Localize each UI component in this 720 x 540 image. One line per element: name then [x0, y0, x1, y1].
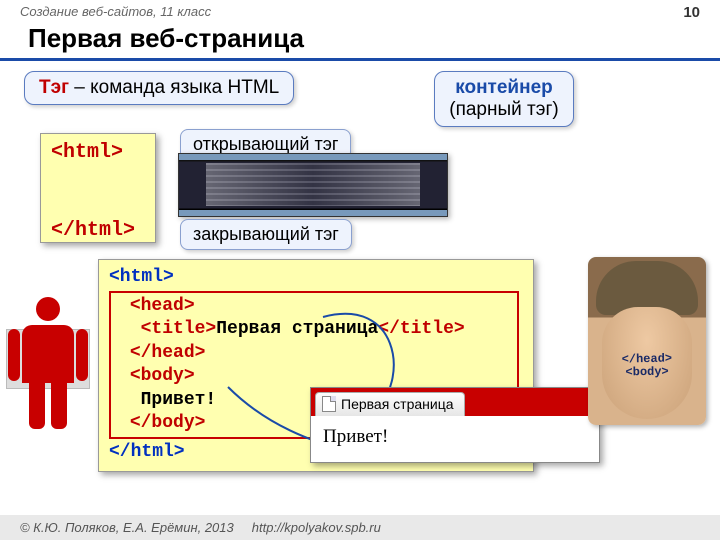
browser-tab[interactable]: Первая страница — [315, 392, 465, 416]
footer-url: http://kpolyakov.spb.ru — [252, 520, 381, 535]
tag-def-text: – команда языка HTML — [69, 77, 279, 98]
neck-tattoo: </head> <body> — [588, 352, 706, 380]
neck-photo: </head> <body> — [588, 257, 706, 425]
course-label: Создание веб-сайтов, 11 класс — [20, 4, 211, 21]
page-icon — [322, 396, 336, 412]
slide-header: Создание веб-сайтов, 11 класс 10 — [0, 0, 720, 23]
closing-tag-callout: закрывающий тэг — [180, 219, 352, 250]
browser-tabbar: Первая страница — [311, 388, 599, 416]
tag-definition-callout: Тэг – команда языка HTML — [24, 71, 294, 105]
page-title: Первая веб-страница — [0, 23, 720, 61]
copyright: © К.Ю. Поляков, Е.А. Ерёмин, 2013 — [20, 520, 234, 535]
small-code-box: <html> </html> — [40, 133, 156, 243]
person-icon — [12, 297, 84, 437]
tag-word: Тэг — [39, 77, 69, 98]
slide-footer: © К.Ю. Поляков, Е.А. Ерёмин, 2013 http:/… — [0, 515, 720, 540]
container-word: контейнер — [449, 77, 558, 99]
full-example-row: <html> <head> <title>Первая страница</ti… — [0, 257, 720, 517]
container-sub: (парный тэг) — [449, 99, 558, 121]
html-close-tag: </html> — [51, 219, 135, 242]
tag-example-row: <html> </html> открывающий тэг закрывающ… — [0, 127, 720, 257]
container-photo — [178, 153, 448, 217]
html-open-tag: <html> — [51, 141, 123, 164]
browser-preview: Первая страница Привет! — [310, 387, 600, 463]
definitions-row: Тэг – команда языка HTML контейнер (парн… — [0, 71, 720, 127]
container-callout: контейнер (парный тэг) — [434, 71, 573, 127]
browser-tab-title: Первая страница — [341, 396, 454, 412]
browser-body: Привет! — [311, 416, 599, 462]
page-number: 10 — [683, 4, 700, 21]
